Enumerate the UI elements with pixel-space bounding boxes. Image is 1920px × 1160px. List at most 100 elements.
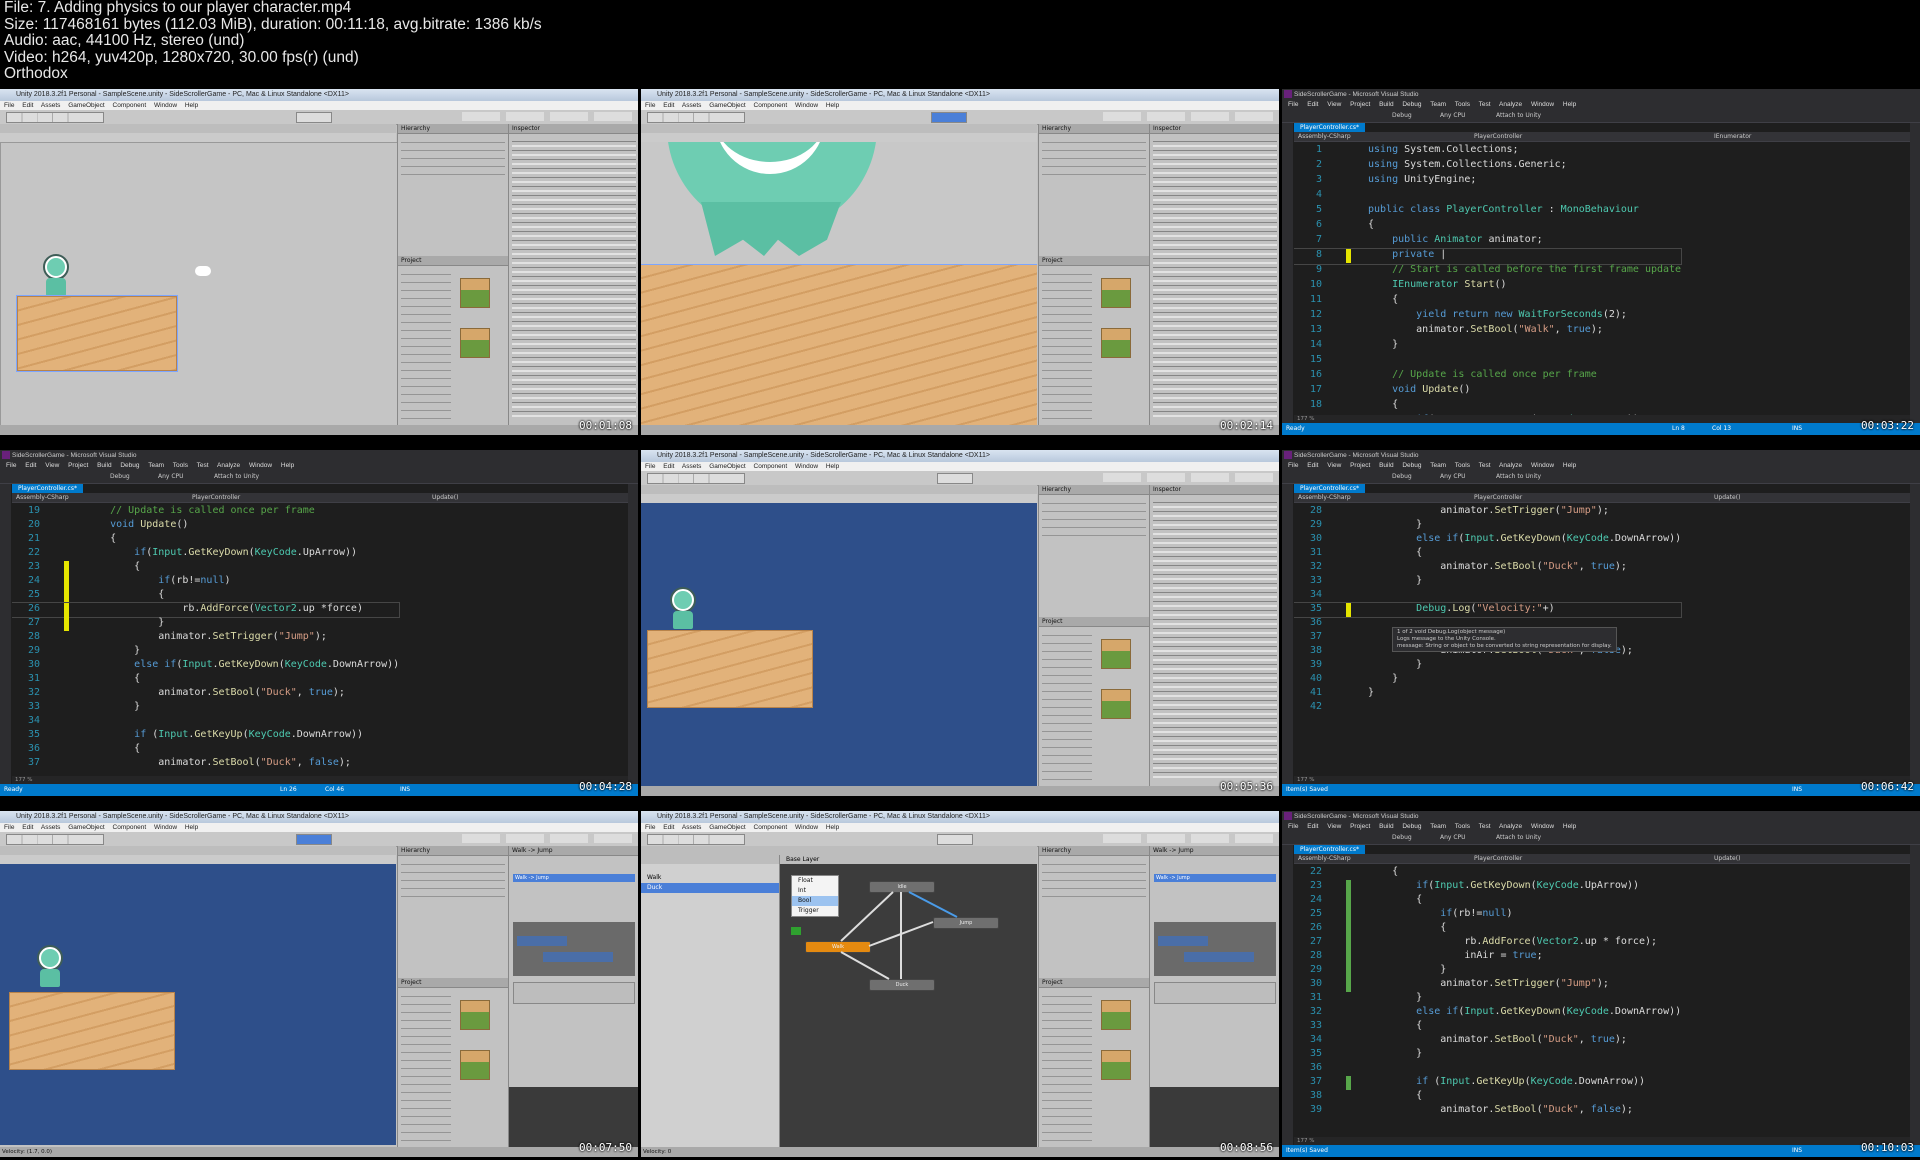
code-line[interactable]: 37 animator.SetBool("Duck", false);: [12, 757, 399, 771]
code-line[interactable]: 29 }: [12, 645, 399, 659]
hierarchy-items[interactable]: [401, 138, 505, 178]
transition-row[interactable]: Walk -> Jump: [1154, 874, 1276, 882]
code-line[interactable]: 28 animator.SetTrigger("Jump");: [12, 631, 399, 645]
config-dropdown[interactable]: Debug: [110, 471, 130, 483]
code-line[interactable]: 16 // Update is called once per frame: [1294, 369, 1681, 384]
conditions-list[interactable]: [1154, 982, 1276, 1004]
code-line[interactable]: 35 }: [1294, 1048, 1681, 1062]
project-tree[interactable]: [1042, 992, 1092, 1141]
code-line[interactable]: 17 void Update(): [1294, 384, 1681, 399]
code-line[interactable]: 34: [12, 715, 399, 729]
transform-tools[interactable]: [647, 834, 745, 845]
zoom-level[interactable]: 177 %: [12, 776, 628, 784]
code-line[interactable]: 31 {: [1294, 547, 1681, 561]
code-line[interactable]: 20 void Update(): [12, 519, 399, 533]
nav-project[interactable]: Assembly-CSharp: [1298, 493, 1351, 502]
attach-button[interactable]: Attach to Unity: [1496, 110, 1541, 122]
play-controls[interactable]: [937, 834, 973, 845]
code-line[interactable]: 25 {: [12, 589, 399, 603]
layout-controls[interactable]: [462, 834, 632, 843]
code-line[interactable]: 22 {: [1294, 866, 1681, 880]
vs-menu[interactable]: File Edit View Project Build Debug Team …: [0, 461, 638, 471]
code-line[interactable]: 2 using System.Collections.Generic;: [1294, 159, 1681, 174]
vs-menu[interactable]: File Edit View Project Build Debug Team …: [1282, 100, 1920, 110]
platform-dropdown[interactable]: Any CPU: [158, 471, 184, 483]
entry-node[interactable]: [791, 927, 801, 935]
unity-menu[interactable]: File Edit Assets GameObject Component Wi…: [0, 101, 638, 110]
hierarchy-panel[interactable]: Hierarchy: [397, 124, 508, 264]
code-line[interactable]: 36 {: [12, 743, 399, 757]
game-view[interactable]: [0, 864, 396, 1145]
project-panel[interactable]: Project: [1038, 256, 1149, 425]
code-line[interactable]: 6{: [1294, 219, 1681, 234]
code-line[interactable]: 31 {: [12, 673, 399, 687]
code-line[interactable]: 23 {: [12, 561, 399, 575]
code-line[interactable]: 25 if(rb!=null): [1294, 908, 1681, 922]
vs-left-toolstrip[interactable]: [0, 484, 11, 784]
hierarchy-panel[interactable]: Hierarchy: [397, 846, 508, 986]
code-line[interactable]: 41}: [1294, 687, 1681, 701]
hierarchy-items[interactable]: [401, 860, 505, 900]
project-tree[interactable]: [401, 992, 451, 1141]
zoom-level[interactable]: 177 %: [1294, 776, 1910, 784]
grassmid-asset-thumb[interactable]: [460, 1050, 490, 1080]
code-line[interactable]: 1 using System.Collections;: [1294, 144, 1681, 159]
file-tab[interactable]: PlayerController.cs*: [1294, 123, 1365, 132]
code-line[interactable]: 42: [1294, 701, 1681, 715]
walk-clip-bar[interactable]: [517, 936, 567, 946]
hierarchy-panel[interactable]: Hierarchy: [1038, 846, 1149, 986]
layout-controls[interactable]: [1103, 112, 1273, 121]
code-line[interactable]: 37 if (Input.GetKeyUp(KeyCode.DownArrow)…: [1294, 1076, 1681, 1090]
nav-class[interactable]: PlayerController: [192, 493, 240, 502]
grass-asset-thumb[interactable]: [460, 1000, 490, 1030]
code-line[interactable]: 10 IEnumerator Start(): [1294, 279, 1681, 294]
code-line[interactable]: 30 else if(Input.GetKeyDown(KeyCode.Down…: [1294, 533, 1681, 547]
code-line[interactable]: 28 inAir = true;: [1294, 950, 1681, 964]
grassmid-asset-thumb[interactable]: [1101, 328, 1131, 358]
code-line[interactable]: 7 public Animator animator;: [1294, 234, 1681, 249]
code-line[interactable]: 32 else if(Input.GetKeyDown(KeyCode.Down…: [1294, 1006, 1681, 1020]
ground-platform[interactable]: [16, 295, 178, 372]
transition-row[interactable]: Walk -> Jump: [513, 874, 635, 882]
code-line[interactable]: 32 animator.SetBool("Duck", true);: [12, 687, 399, 701]
inspector-fields[interactable]: [512, 138, 636, 419]
code-line[interactable]: 32 animator.SetBool("Duck", true);: [1294, 561, 1681, 575]
code-line[interactable]: 36: [1294, 1062, 1681, 1076]
platform-dropdown[interactable]: Any CPU: [1440, 832, 1466, 844]
code-line[interactable]: 30 else if(Input.GetKeyDown(KeyCode.Down…: [12, 659, 399, 673]
unity-menu[interactable]: File Edit Assets GameObject Component Wi…: [641, 462, 1279, 471]
code-line[interactable]: 11 {: [1294, 294, 1681, 309]
code-editor[interactable]: 28 animator.SetTrigger("Jump"); 29 } 30 el…: [1294, 503, 1910, 776]
grass-asset-thumb[interactable]: [1101, 639, 1131, 669]
game-view[interactable]: [641, 503, 1037, 786]
project-panel[interactable]: Project: [1038, 978, 1149, 1147]
code-line[interactable]: 9 // Start is called before the first fr…: [1294, 264, 1681, 279]
nav-class[interactable]: PlayerController: [1474, 132, 1522, 141]
nav-project[interactable]: Assembly-CSharp: [1298, 132, 1351, 141]
layout-controls[interactable]: [1103, 473, 1273, 482]
code-line[interactable]: 24 {: [1294, 894, 1681, 908]
attach-button[interactable]: Attach to Unity: [1496, 471, 1541, 483]
code-line[interactable]: 31 }: [1294, 992, 1681, 1006]
grass-asset-thumb[interactable]: [1101, 1000, 1131, 1030]
inspector-panel[interactable]: Inspector: [508, 124, 638, 425]
walk-clip-bar[interactable]: [1158, 936, 1208, 946]
unity-menu[interactable]: File Edit Assets GameObject Component Wi…: [641, 101, 1279, 110]
config-dropdown[interactable]: Debug: [1392, 832, 1412, 844]
ground-platform[interactable]: [641, 264, 1037, 428]
file-tab[interactable]: PlayerController.cs*: [1294, 845, 1365, 854]
file-tab[interactable]: PlayerController.cs*: [1294, 484, 1365, 493]
zoom-level[interactable]: 177 %: [1294, 1137, 1910, 1145]
code-line[interactable]: 12 yield return new WaitForSeconds(2);: [1294, 309, 1681, 324]
layout-controls[interactable]: [1103, 834, 1273, 843]
nav-class[interactable]: PlayerController: [1474, 854, 1522, 863]
hierarchy-panel[interactable]: Hierarchy: [1038, 124, 1149, 264]
nav-member[interactable]: Update(): [432, 493, 458, 502]
transform-tools[interactable]: [647, 473, 745, 484]
transition-timeline[interactable]: [513, 922, 635, 976]
inspector-panel[interactable]: Walk -> Jump Walk -> Jump: [1149, 846, 1279, 1147]
code-line[interactable]: 27 rb.AddForce(Vector2.up * force);: [1294, 936, 1681, 950]
code-line[interactable]: 40 }: [1294, 673, 1681, 687]
grass-asset-thumb[interactable]: [460, 278, 490, 308]
vs-left-toolstrip[interactable]: [1282, 845, 1293, 1145]
